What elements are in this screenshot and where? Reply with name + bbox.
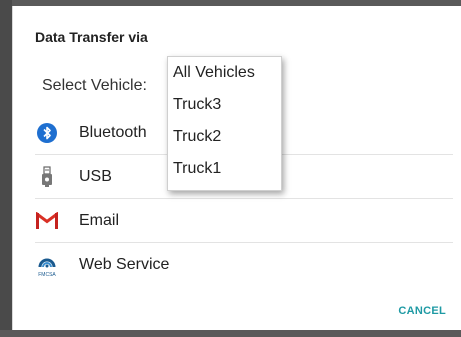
usb-icon: [35, 165, 59, 189]
fmcsa-logo-text: FMCSA: [38, 271, 56, 278]
dialog-title: Data Transfer via: [35, 29, 148, 45]
dropdown-item-truck1[interactable]: Truck1: [168, 153, 281, 185]
cancel-button[interactable]: CANCEL: [398, 305, 446, 317]
option-web-service[interactable]: FMCSA Web Service: [35, 243, 453, 286]
bluetooth-icon: [35, 121, 59, 145]
dropdown-item-truck2[interactable]: Truck2: [168, 121, 281, 153]
gmail-icon: [35, 209, 59, 233]
option-label: Bluetooth: [79, 123, 147, 141]
dropdown-item-all-vehicles[interactable]: All Vehicles: [168, 57, 281, 89]
fmcsa-icon: FMCSA: [35, 253, 59, 278]
select-vehicle-label: Select Vehicle:: [42, 77, 147, 94]
dropdown-item-truck3[interactable]: Truck3: [168, 89, 281, 121]
vehicle-dropdown-menu: All Vehicles Truck3 Truck2 Truck1: [167, 56, 282, 191]
backdrop-left-edge: [0, 0, 12, 337]
option-label: Web Service: [79, 255, 170, 273]
backdrop-bottom-edge: [0, 330, 461, 337]
option-email[interactable]: Email: [35, 199, 453, 243]
option-label: USB: [79, 167, 112, 185]
option-label: Email: [79, 211, 120, 229]
